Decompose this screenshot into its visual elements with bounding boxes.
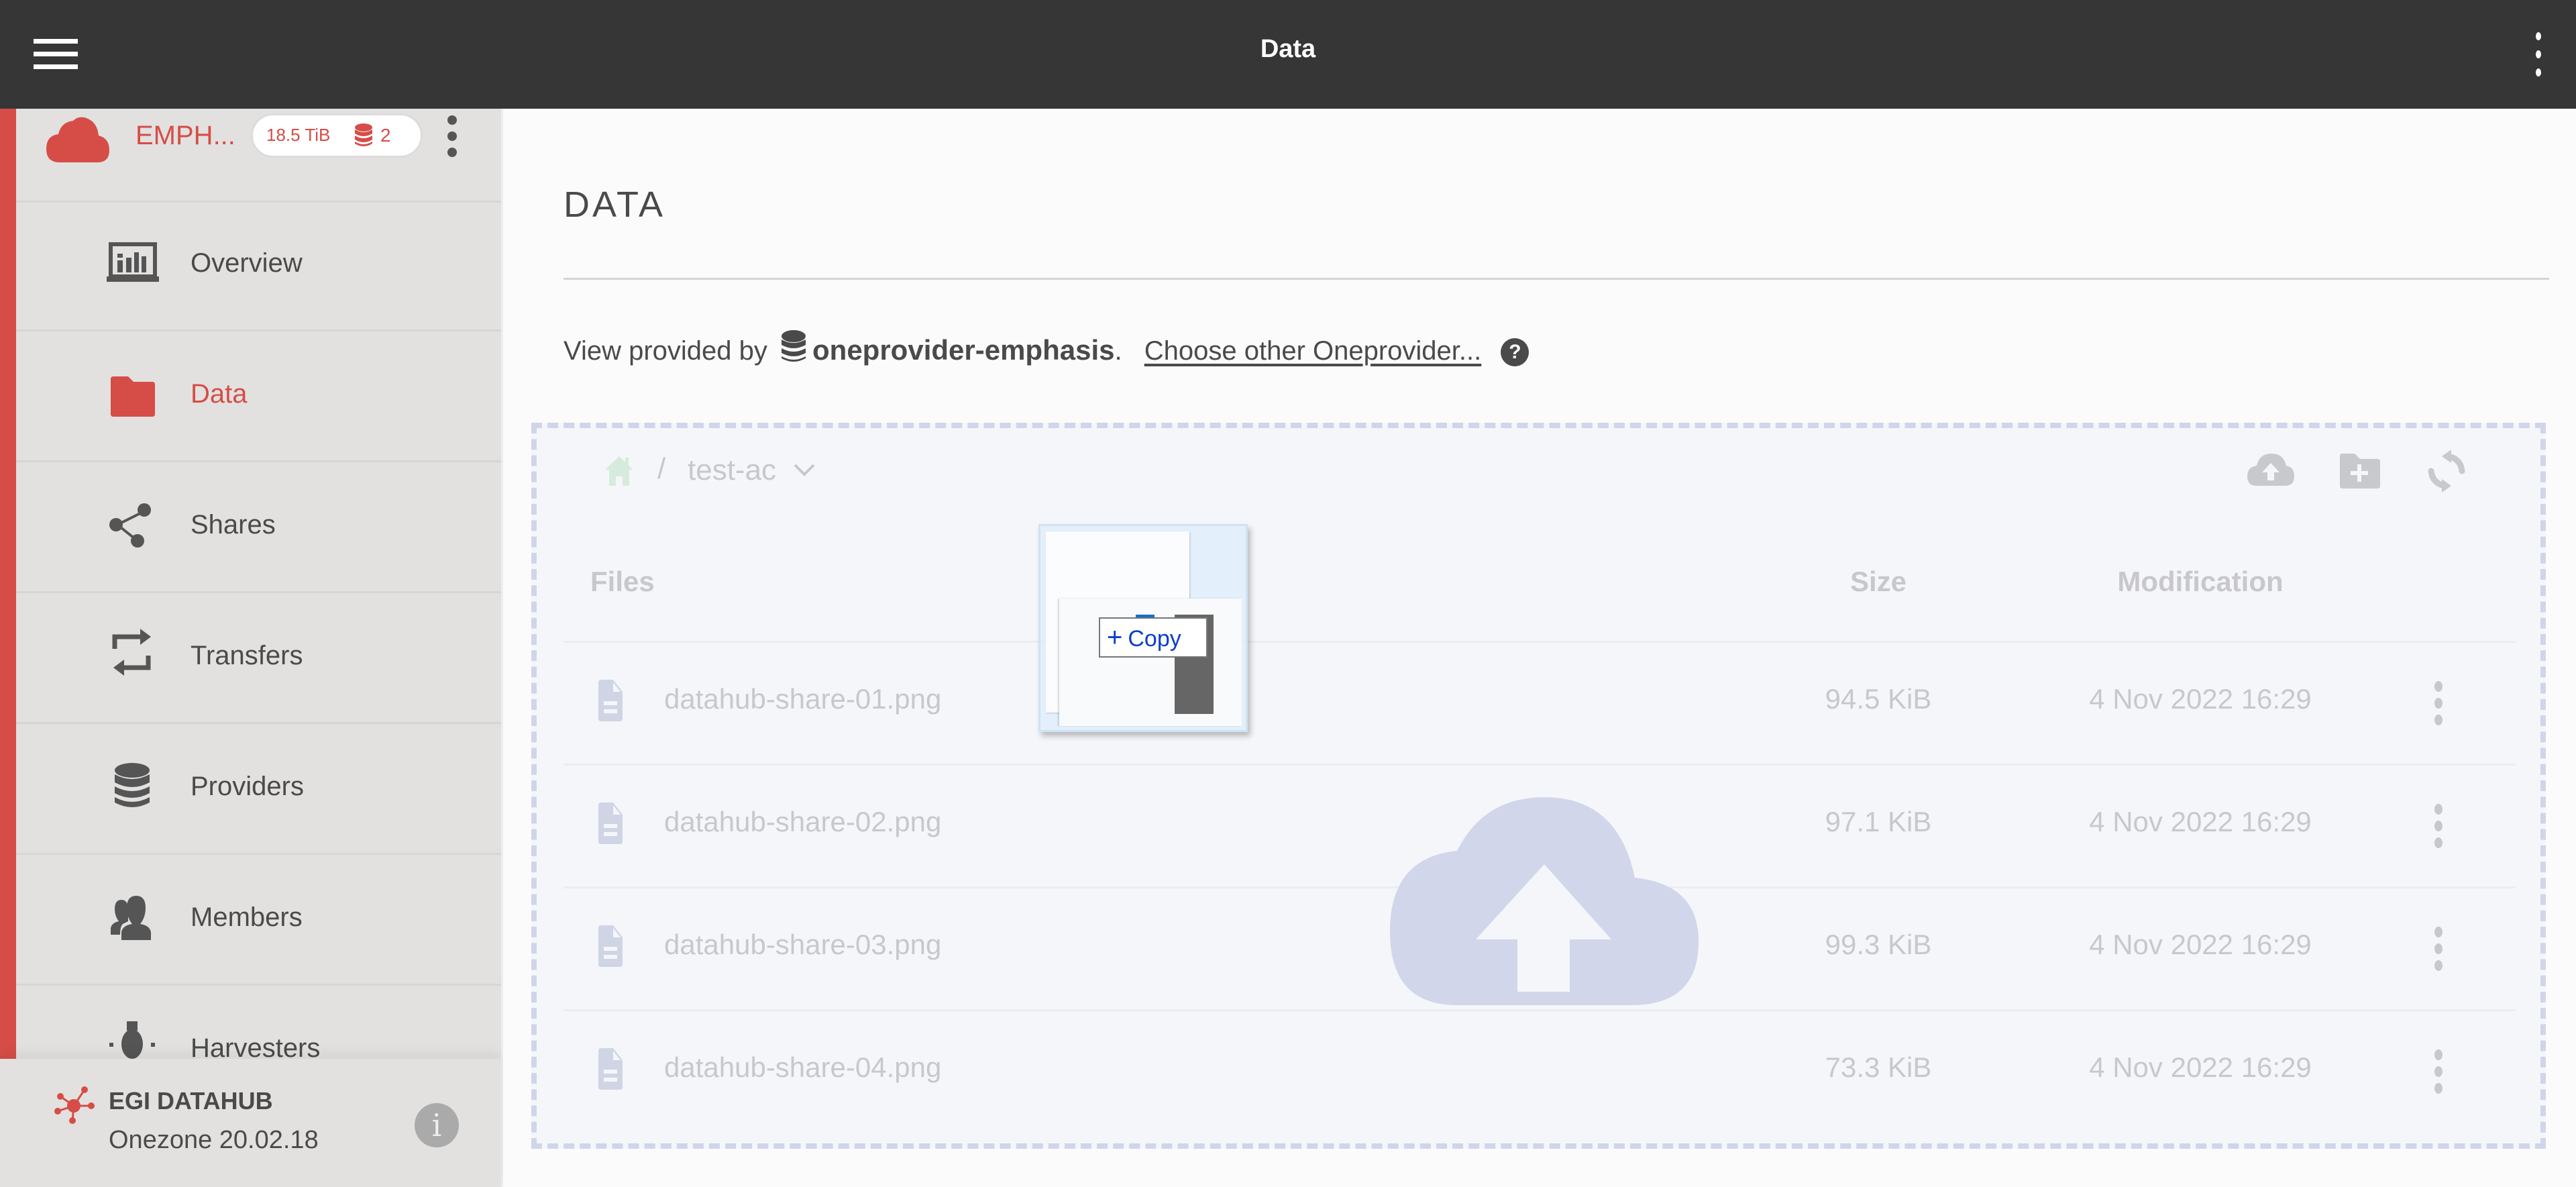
file-name: datahub-share-03.png [664, 929, 942, 960]
space-name: EMPH... [136, 121, 235, 150]
file-name: datahub-share-04.png [664, 1051, 942, 1083]
database-icon [115, 763, 150, 807]
home-icon[interactable] [604, 455, 635, 487]
copy-label: Copy [1128, 626, 1181, 652]
file-actions-kebab-icon[interactable] [2432, 1049, 2445, 1094]
sidebar-item-label: Data [191, 379, 248, 409]
file-actions-kebab-icon[interactable] [2432, 681, 2445, 725]
breadcrumb-separator: / [657, 452, 666, 485]
folder-icon [111, 376, 155, 417]
file-browser-dropzone[interactable]: / test-ac Files Size Modification datahu… [531, 423, 2546, 1149]
file-row[interactable]: datahub-share-01.png 94.5 KiB 4 Nov 2022… [564, 641, 2516, 764]
file-modified: 4 Nov 2022 16:29 [2089, 683, 2312, 715]
space-accent-strip [0, 109, 16, 1059]
providers-count: 2 [380, 125, 391, 146]
file-size: 99.3 KiB [1825, 929, 1932, 960]
sidebar-item-label: Shares [191, 510, 276, 539]
sidebar-item-members[interactable]: Members [16, 857, 501, 986]
provider-prefix: View provided by [564, 336, 767, 366]
file-actions-kebab-icon[interactable] [2432, 804, 2445, 848]
file-modified: 4 Nov 2022 16:29 [2089, 929, 2312, 960]
provider-info: View provided by oneprovider-emphasis. C… [564, 330, 1529, 366]
upload-icon[interactable] [2246, 448, 2296, 494]
plus-icon: + [1107, 623, 1123, 652]
file-size: 97.1 KiB [1825, 806, 1932, 837]
space-menu-kebab-icon[interactable] [445, 115, 459, 160]
share-icon [109, 503, 151, 548]
zone-version: Onezone 20.02.18 [109, 1126, 319, 1154]
zone-name: EGI DATAHUB [109, 1087, 273, 1115]
kebab-icon[interactable] [2532, 32, 2545, 76]
provider-suffix: . [1114, 336, 1122, 366]
file-icon [598, 925, 623, 967]
sidebar-item-data[interactable]: Data [16, 333, 501, 462]
help-icon[interactable]: ? [1501, 338, 1529, 366]
overview-icon [107, 242, 159, 282]
file-actions-kebab-icon[interactable] [2432, 927, 2445, 971]
sidebar-item-shares[interactable]: Shares [16, 464, 501, 593]
transfers-icon [112, 629, 151, 676]
page-title: DATA [564, 185, 666, 225]
provider-name: oneprovider-emphasis [812, 334, 1115, 366]
database-icon [355, 123, 372, 146]
column-header-modification[interactable]: Modification [2033, 566, 2368, 598]
file-size: 94.5 KiB [1825, 683, 1932, 715]
sidebar-item-label: Overview [191, 248, 303, 278]
sidebar-item-label: Providers [191, 772, 304, 801]
file-icon [598, 1048, 623, 1090]
file-name: datahub-share-02.png [664, 806, 942, 837]
file-name: datahub-share-01.png [664, 683, 942, 715]
file-size: 73.3 KiB [1825, 1051, 1932, 1083]
main-content: DATA View provided by oneprovider-emphas… [503, 109, 2576, 1187]
file-modified: 4 Nov 2022 16:29 [2089, 1051, 2312, 1083]
topbar-title: Data [1260, 35, 1316, 63]
file-row[interactable]: datahub-share-04.png 73.3 KiB 4 Nov 2022… [564, 1009, 2516, 1132]
column-header-files[interactable]: Files [590, 566, 655, 598]
egi-logo-icon [54, 1086, 95, 1124]
sidebar-item-transfers[interactable]: Transfers [16, 595, 501, 724]
space-header[interactable]: EMPH... 18.5 TiB 2 [16, 109, 501, 203]
title-divider [564, 278, 2549, 280]
database-icon [782, 330, 806, 362]
upload-cloud-icon [1390, 797, 1699, 1005]
space-size: 18.5 TiB [266, 125, 331, 145]
sidebar: EMPH... 18.5 TiB 2 Overview Data Shares … [0, 109, 503, 1187]
space-stats-badge: 18.5 TiB 2 [251, 113, 423, 158]
sidebar-item-providers[interactable]: Providers [16, 726, 501, 855]
choose-provider-link[interactable]: Choose other Oneprovider... [1144, 336, 1482, 366]
sidebar-item-label: Transfers [191, 641, 303, 670]
cloud-icon [46, 117, 109, 162]
refresh-icon[interactable] [2422, 448, 2471, 494]
file-icon [598, 803, 623, 844]
breadcrumb-current-dir[interactable]: test-ac [688, 454, 776, 487]
column-header-size[interactable]: Size [1798, 566, 1959, 598]
info-icon[interactable]: i [415, 1103, 459, 1147]
file-icon [598, 680, 623, 721]
drag-copy-badge: + Copy [1099, 617, 1208, 658]
sidebar-item-label: Members [191, 902, 303, 932]
members-icon [111, 896, 151, 940]
chevron-down-icon[interactable] [793, 463, 816, 478]
top-bar: Data [0, 0, 2576, 109]
sidebar-footer: EGI DATAHUB Onezone 20.02.18 i [0, 1059, 501, 1187]
new-directory-icon[interactable] [2334, 448, 2384, 494]
file-modified: 4 Nov 2022 16:29 [2089, 806, 2312, 837]
sidebar-item-overview[interactable]: Overview [16, 203, 501, 331]
